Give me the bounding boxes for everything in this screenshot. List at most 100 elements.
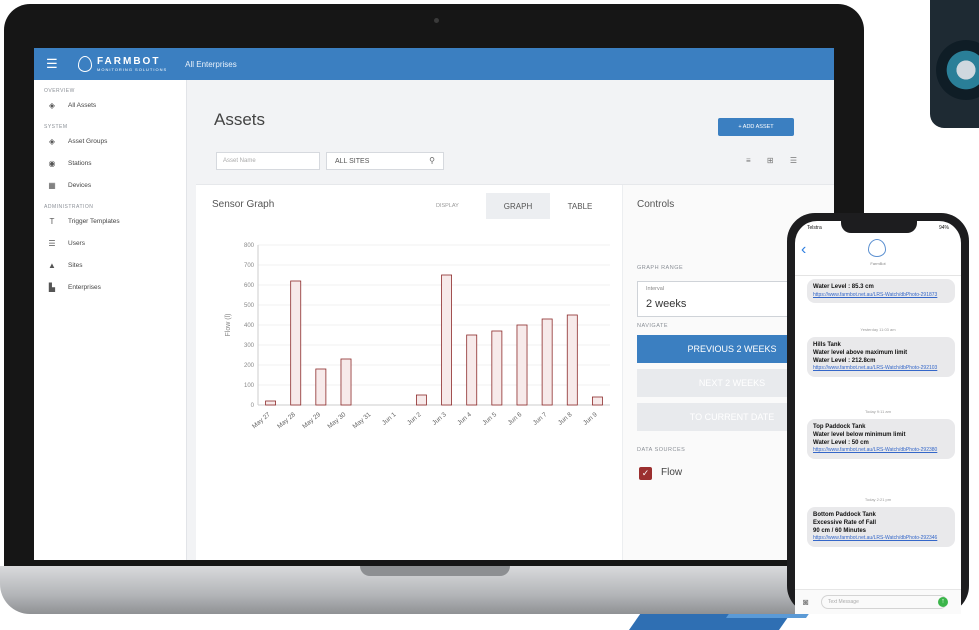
flow-bar <box>315 368 327 406</box>
message-line: Water Level : 212.8cm <box>813 357 876 364</box>
sidebar-item-label: All Assets <box>68 101 97 109</box>
station-icon: ◉ <box>48 158 56 168</box>
message-timestamp: Today 2:21 pm <box>864 497 892 502</box>
message-line: Water Level : 50 cm <box>813 439 869 446</box>
sidebar-item-sites[interactable]: ▲ Sites <box>34 254 186 276</box>
sidebar-item-label: Trigger Templates <box>68 217 120 225</box>
interval-value: 2 weeks <box>646 298 687 310</box>
sidebar-item-all-assets[interactable]: ◈ All Assets <box>34 94 186 116</box>
sidebar-item-trigger-templates[interactable]: T Trigger Templates <box>34 210 186 232</box>
contact-name: FarmBot <box>870 261 886 266</box>
message-bubble[interactable]: Hills Tank Water level above maximum lim… <box>807 337 955 377</box>
message-line: Water level below minimum limit <box>813 431 906 438</box>
message-link[interactable]: https://www.farmbot.net.au/LRS-Watch/dbP… <box>813 365 949 372</box>
view-toggle-icons[interactable]: ≡ ⊞ ☰ <box>746 156 804 165</box>
webcam <box>434 18 439 23</box>
battery-label: 94% <box>938 225 949 231</box>
message-timestamp: Today 9:11 am <box>865 409 891 414</box>
send-icon[interactable]: ↑ <box>938 597 948 607</box>
flow-bar <box>441 274 453 406</box>
brand-tagline: MONITORING SOLUTIONS <box>97 67 168 72</box>
flow-bar <box>340 358 352 406</box>
app-bar: ☰ FARMBOT MONITORING SOLUTIONS All Enter… <box>34 48 834 80</box>
phone: Telstra 94% ‹ FarmBot Water Level : 85.3… <box>787 213 969 614</box>
tab-table[interactable]: TABLE <box>556 193 604 219</box>
menu-icon[interactable]: ☰ <box>46 56 60 72</box>
flow-bar <box>591 396 603 406</box>
sidebar-item-label: Devices <box>68 181 92 189</box>
location-icon: ◈ <box>48 136 56 146</box>
back-icon[interactable]: ‹ <box>801 241 806 259</box>
controls-title: Controls <box>637 199 675 210</box>
laptop-notch <box>360 566 510 576</box>
message-input[interactable]: Text Message <box>821 595 947 609</box>
sidebar-item-devices[interactable]: ▦ Devices <box>34 174 186 196</box>
sidebar-item-asset-groups[interactable]: ◈ Asset Groups <box>34 130 186 152</box>
laptop: ☰ FARMBOT MONITORING SOLUTIONS All Enter… <box>4 4 864 572</box>
users-icon: ☰ <box>48 238 56 248</box>
sidebar-item-label: Sites <box>68 261 83 269</box>
y-tick-label: 200 <box>244 363 255 369</box>
enterprise-icon: ▙ <box>48 282 56 292</box>
flow-bar <box>265 400 277 406</box>
flow-bar <box>466 334 478 406</box>
message-bubble[interactable]: Top Paddock Tank Water level below minim… <box>807 419 955 459</box>
device-photo <box>930 0 979 128</box>
x-tick-label: Jun 5 <box>481 411 498 427</box>
sidebar-item-stations[interactable]: ◉ Stations <box>34 152 186 174</box>
flow-chart: 800 700 600 500 400 300 200 100 0 Flow (l) May 27 M… <box>216 239 620 473</box>
site-filter[interactable]: ALL SITES ⚲ <box>326 152 444 170</box>
flow-bar <box>516 324 528 406</box>
org-selector[interactable]: All Enterprises <box>185 60 237 69</box>
graph-title: Sensor Graph <box>212 199 275 210</box>
tab-graph[interactable]: GRAPH <box>486 193 550 219</box>
location-icon: ◈ <box>48 100 56 110</box>
message-line: Excessive Rate of Fall <box>813 519 877 526</box>
message-link[interactable]: https://www.farmbot.net.au/LRS-Watch/dbP… <box>813 535 949 542</box>
contact-avatar-icon[interactable] <box>868 239 886 257</box>
message-bubble[interactable]: Bottom Paddock Tank Excessive Rate of Fa… <box>807 507 955 547</box>
message-line: 90 cm / 60 Minutes <box>813 527 867 534</box>
drop-logo-icon <box>78 56 92 72</box>
message-header: ‹ FarmBot <box>795 235 961 276</box>
device-icon: ▦ <box>48 180 56 190</box>
flow-checkbox[interactable]: ✓ <box>639 467 652 480</box>
flow-bar <box>541 318 553 406</box>
x-tick-label: Jun 4 <box>456 411 473 427</box>
brand-name: FARMBOT <box>97 56 161 67</box>
message-title: Bottom Paddock Tank <box>813 512 876 518</box>
message-link[interactable]: https://www.farmbot.net.au/LRS-Watch/dbP… <box>813 292 949 299</box>
x-tick-label: Jun 8 <box>557 411 574 427</box>
camera-icon[interactable]: ◙ <box>803 597 808 607</box>
navigate-label: NAVIGATE <box>637 323 668 329</box>
flow-chart-svg: 8007006005004003002001000Flow (l)May 27 M… <box>225 243 610 430</box>
flow-source-label: Flow <box>661 467 683 478</box>
message-link[interactable]: https://www.farmbot.net.au/LRS-Watch/dbP… <box>813 447 949 454</box>
sites-icon: ▲ <box>48 260 56 270</box>
x-tick-label: Jun 6 <box>507 411 524 427</box>
message-line: Water Level : 85.3 cm <box>813 284 874 290</box>
add-asset-button[interactable]: + ADD ASSET <box>718 118 794 136</box>
main-content: Assets + ADD ASSET Asset Name ALL SITES … <box>186 80 834 560</box>
sidebar-item-users[interactable]: ☰ Users <box>34 232 186 254</box>
sidebar-item-label: Enterprises <box>68 283 101 291</box>
asset-name-filter[interactable]: Asset Name <box>216 152 320 170</box>
y-tick-label: 400 <box>244 323 255 329</box>
message-input-bar: ◙ Text Message ↑ <box>795 589 961 614</box>
brand-logo[interactable]: FARMBOT MONITORING SOLUTIONS <box>78 56 167 72</box>
x-tick-label: Jun 1 <box>381 411 398 427</box>
x-tick-label: Jun 7 <box>532 411 549 427</box>
x-tick-label: Jun 3 <box>431 411 448 427</box>
interval-label: Interval <box>646 286 665 292</box>
app-window: ☰ FARMBOT MONITORING SOLUTIONS All Enter… <box>34 48 834 560</box>
page-title: Assets <box>214 110 266 129</box>
message-bubble[interactable]: Water Level : 85.3 cm https://www.farmbo… <box>807 279 955 304</box>
message-title: Top Paddock Tank <box>813 424 866 430</box>
search-icon[interactable]: ⚲ <box>429 156 435 165</box>
sidebar-item-enterprises[interactable]: ▙ Enterprises <box>34 276 186 298</box>
y-tick-label: 700 <box>244 263 255 269</box>
message-title: Hills Tank <box>813 342 841 348</box>
display-label: DISPLAY <box>436 203 459 209</box>
y-tick-label: 100 <box>244 383 255 389</box>
flow-bar <box>290 280 302 406</box>
